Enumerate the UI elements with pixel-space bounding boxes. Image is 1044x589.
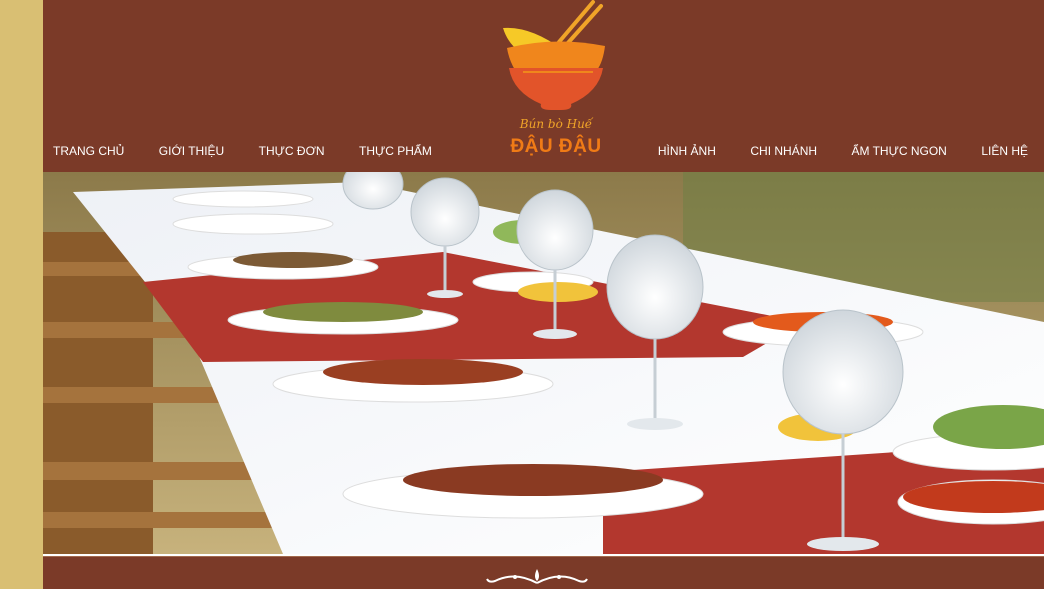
brand-logo[interactable]: Bún bò Huế ĐẬU ĐẬU	[501, 0, 611, 160]
noodle-bowl-chopsticks-icon	[503, 0, 605, 110]
brand-tagline: Bún bò Huế	[519, 117, 593, 131]
banquet-table-photo	[43, 172, 1044, 554]
footer-strip	[43, 556, 1044, 589]
main-nav-right: HÌNH ẢNH CHI NHÁNH ẨM THỰC NGON LIÊN HỆ	[658, 142, 1028, 158]
nav-item-home[interactable]: TRANG CHỦ	[53, 144, 124, 158]
hero-banner	[43, 172, 1044, 556]
nav-item-food[interactable]: THỰC PHẨM	[359, 144, 432, 158]
nav-item-gallery[interactable]: HÌNH ẢNH	[658, 144, 716, 158]
nav-item-branches[interactable]: CHI NHÁNH	[750, 144, 817, 158]
site-header: TRANG CHỦ GIỚI THIỆU THỰC ĐƠN THỰC PHẨM …	[43, 0, 1044, 172]
brand-name: ĐẬU ĐẬU	[510, 136, 602, 157]
nav-item-menu[interactable]: THỰC ĐƠN	[259, 144, 325, 158]
flourish-ornament-icon	[486, 569, 588, 584]
main-nav-left: TRANG CHỦ GIỚI THIỆU THỰC ĐƠN THỰC PHẨM	[53, 142, 462, 158]
nav-item-about[interactable]: GIỚI THIỆU	[159, 144, 224, 158]
nav-item-cuisine[interactable]: ẨM THỰC NGON	[851, 144, 946, 158]
nav-item-contact[interactable]: LIÊN HỆ	[981, 144, 1028, 158]
